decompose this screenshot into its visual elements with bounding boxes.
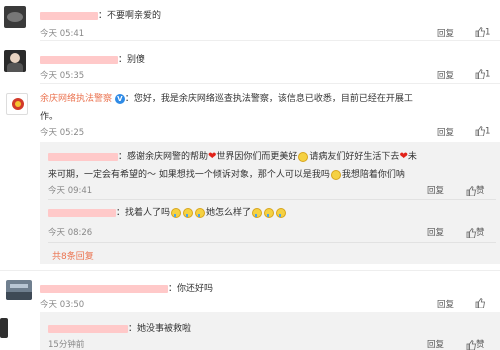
thumbs-up-icon: [475, 298, 485, 308]
reply-time: 今天 09:41: [48, 186, 93, 196]
comment-time: 今天 05:35: [40, 71, 85, 81]
crying-emoji-icon: [264, 207, 275, 218]
blurred-username[interactable]: [48, 324, 128, 333]
username-link[interactable]: 余庆网络执法警察: [40, 94, 112, 104]
reply-button[interactable]: 回复: [437, 298, 454, 310]
reply-button[interactable]: 回复: [437, 126, 454, 138]
comment-row: ：别傻: [40, 52, 145, 65]
comment-time: 今天 05:25: [40, 128, 85, 138]
avatar[interactable]: [0, 318, 8, 338]
comment-time: 今天 03:50: [40, 300, 85, 310]
smile-emoji-icon: [330, 169, 341, 180]
reply-text-continued: 来可期，一定会有希望的～ 如果想找一个倾诉对象，那个人可以是我吗 我想陪着你们呐: [48, 169, 405, 180]
crying-emoji-icon: [195, 207, 206, 218]
like-button[interactable]: 赞: [466, 226, 485, 238]
divider: [40, 83, 500, 84]
reply-button[interactable]: 回复: [437, 69, 454, 81]
thumbs-up-icon: [475, 69, 485, 79]
blurred-username[interactable]: [40, 55, 118, 64]
like-button[interactable]: 1: [475, 69, 490, 80]
reply-button[interactable]: 回复: [437, 27, 454, 39]
comment-text: ：您好，我是余庆网络巡查执法警察，该信息已收悉，目前已经在开展工: [124, 94, 413, 104]
divider: [40, 40, 500, 41]
crying-emoji-icon: [171, 207, 182, 218]
reply-row: ：感谢余庆网警的帮助❤世界因你们而更美好 请病友们好好生活下去❤未: [48, 150, 496, 164]
comment-row: ：不要啊亲爱的: [40, 8, 161, 21]
reply-row: ：找着人了吗 她怎么样了: [48, 207, 287, 220]
reply-button[interactable]: 回复: [427, 226, 444, 238]
reply-row: ：她没事被救啦: [48, 321, 191, 334]
like-button[interactable]: 1: [475, 126, 490, 137]
crying-emoji-icon: [183, 207, 194, 218]
like-button[interactable]: 1: [475, 27, 490, 38]
thumbs-up-icon: [475, 126, 485, 136]
reply-button[interactable]: 回复: [427, 184, 444, 196]
blurred-username[interactable]: [40, 11, 98, 20]
avatar[interactable]: [4, 6, 26, 28]
divider: [48, 199, 496, 200]
reply-button[interactable]: 回复: [427, 338, 444, 350]
comment-text: ：别傻: [118, 55, 146, 65]
avatar[interactable]: [6, 280, 32, 300]
thumbs-up-icon: [466, 339, 476, 350]
thumbs-up-icon: [466, 227, 476, 238]
thumbs-up-icon: [466, 185, 476, 196]
like-button[interactable]: 赞: [466, 338, 485, 350]
thumbs-up-icon: [475, 27, 485, 37]
crying-emoji-icon: [252, 207, 263, 218]
reply-time: 今天 08:26: [48, 228, 93, 238]
comment-text-continued: 作。: [40, 112, 59, 122]
blurred-username[interactable]: [40, 284, 168, 293]
comment-text: ：你还好吗: [168, 284, 214, 294]
comment-row: 余庆网络执法警察 V ：您好，我是余庆网络巡查执法警察，该信息已收悉，目前已经在开…: [40, 92, 492, 106]
like-button[interactable]: 赞: [466, 184, 485, 196]
verified-badge-icon: V: [114, 93, 125, 104]
crying-emoji-icon: [276, 207, 287, 218]
blurred-username[interactable]: [48, 152, 118, 161]
avatar[interactable]: [4, 50, 26, 72]
heart-icon: ❤: [399, 151, 408, 162]
comment-text: ：不要啊亲爱的: [98, 11, 162, 21]
comment-row: ：你还好吗: [40, 281, 213, 294]
smile-emoji-icon: [298, 151, 309, 162]
divider: [48, 242, 496, 243]
comment-time: 今天 05:41: [40, 29, 85, 39]
police-badge-avatar[interactable]: [6, 93, 28, 115]
divider: [0, 270, 500, 271]
view-all-replies-link[interactable]: 共8条回复: [52, 249, 94, 262]
like-button[interactable]: [475, 298, 485, 309]
blurred-username[interactable]: [48, 208, 116, 217]
reply-time: 15分钟前: [48, 340, 85, 350]
